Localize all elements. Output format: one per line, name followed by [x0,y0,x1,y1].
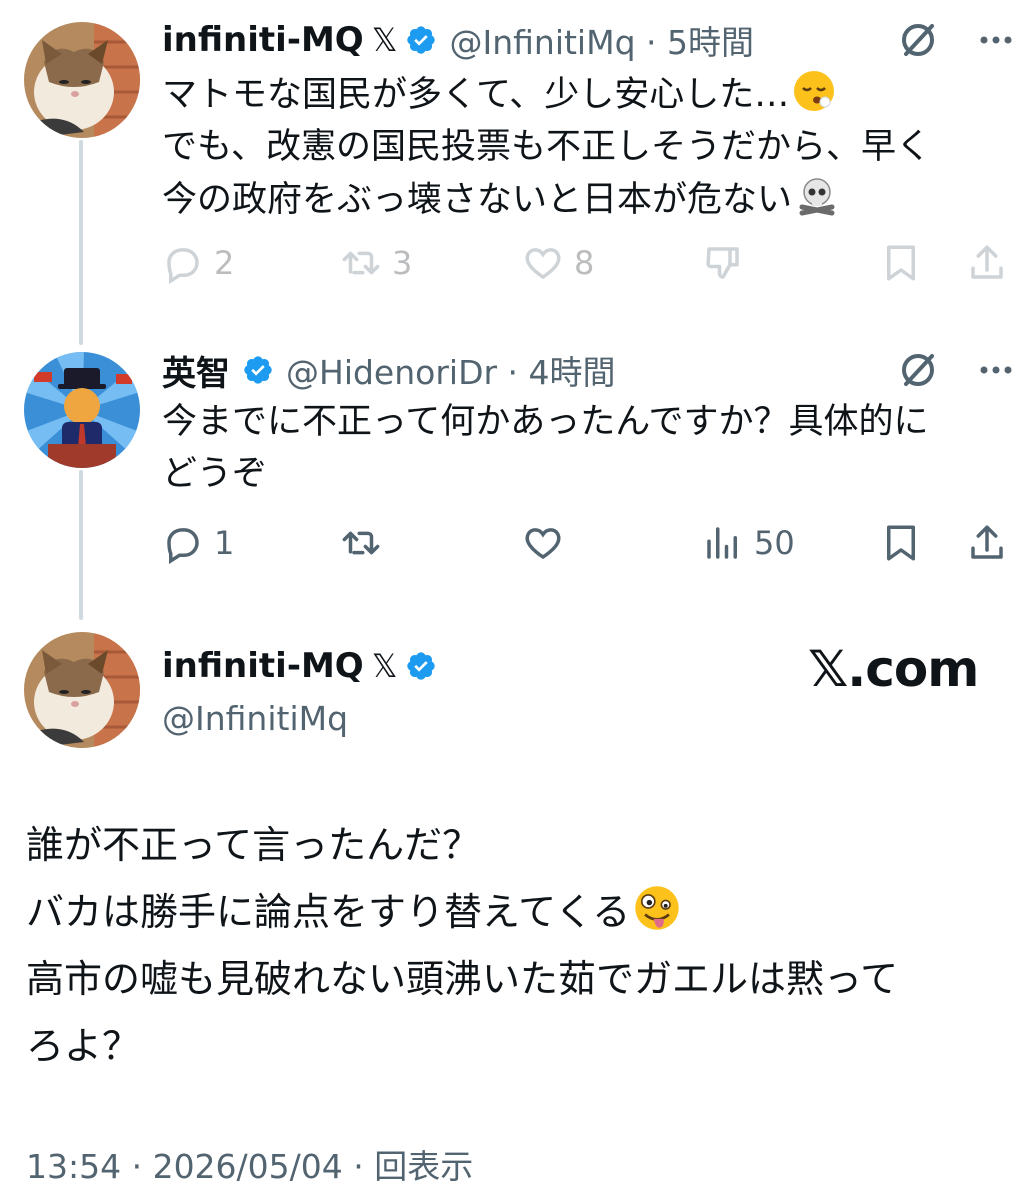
x-logo-icon: 𝕏 [371,21,398,59]
timestamp[interactable]: 5時間 [667,23,754,62]
heart-icon [525,248,561,280]
tweet-text-line: 高市の嘘も見破れない頭沸いた茹でガエルは黙って [26,957,899,1001]
x-com-watermark: 𝕏.com [808,640,979,698]
display-name[interactable]: 英智 [162,346,230,395]
reply-icon [167,528,199,564]
handle[interactable]: @InfinitiMq [162,699,348,738]
views-button[interactable]: 50 [702,518,795,568]
repost-button[interactable]: 3 [340,238,412,288]
more-options-icon[interactable] [974,18,1018,62]
tweet3-handle-row: @InfinitiMq [162,696,348,740]
dislike-button[interactable] [702,238,744,288]
reply-button[interactable]: 1 [162,518,234,568]
like-button[interactable] [522,518,564,568]
tweet-text-line: バカは勝手に論点をすり替えてくる [26,879,1011,946]
handle[interactable]: @InfinitiMq [449,23,635,62]
meta-separator: · [497,353,529,392]
thread-line-2 [79,470,83,620]
verified-badge-icon [242,354,274,386]
bookmark-button[interactable] [880,238,922,288]
avatar[interactable] [24,632,140,748]
verified-badge-icon [405,650,437,682]
tweet-text-line: どうぞ [162,454,268,494]
repost-button[interactable] [340,518,382,568]
tweet3-text: 誰が不正って言ったんだ？ バカは勝手に論点をすり替えてくる 高市の嘘も見破れない… [26,812,1011,1080]
like-count: 8 [574,244,595,282]
tweet-text-segment: 今の政府をぶっ壊さないと日本が危ない [162,180,793,220]
post-timestamp[interactable]: 13:54 · 2026/05/04 · [26,1147,374,1186]
like-button[interactable]: 8 [522,238,594,288]
handle[interactable]: @HidenoriDr [286,353,497,392]
x-logo-icon: 𝕏 [371,647,398,685]
more-options-icon[interactable] [974,348,1018,392]
tweet1-actions: 2 3 8 [162,238,1012,288]
tweet1-header: infiniti-MQ 𝕏 @InfinitiMq · 5時間 [162,18,754,62]
grok-icon[interactable] [896,18,940,62]
tweet2-top-icons [896,348,1018,392]
views-count: 50 [754,524,795,562]
share-button[interactable] [966,518,1008,568]
repost-icon [342,531,380,555]
bookmark-icon [887,525,915,561]
bookmark-icon [887,245,915,281]
repost-icon [342,251,380,275]
tweet3-header: infiniti-MQ 𝕏 [162,644,437,688]
tweet3-footer: 13:54 · 2026/05/04 · 回表示 [26,1140,473,1188]
reply-count: 2 [214,244,235,282]
thread-line-1 [79,140,83,345]
tweet2-text: 今までに不正って何かあったんですか？具体的に どうぞ [162,396,1002,500]
meta-separator: · [635,23,667,62]
reply-button[interactable]: 2 [162,238,234,288]
display-name[interactable]: infiniti-MQ [162,646,364,686]
zany-face-emoji-icon [632,883,682,933]
tweet-text-line: 今までに不正って何かあったんですか？具体的に [162,402,929,442]
repost-count: 3 [392,244,413,282]
avatar[interactable] [24,352,140,468]
tweet-text-line: でも、改憲の国民投票も不正しそうだから、早く [162,127,931,167]
tweet-text-segment: マトモな国民が多くて、少し安心した… [162,75,790,115]
verified-badge-icon [405,24,437,56]
skull-and-crossbones-emoji-icon [794,173,840,219]
tweet-meta: @HidenoriDr · 4時間 [286,346,616,394]
tweet1-top-icons [896,18,1018,62]
tweet2-header: 英智 @HidenoriDr · 4時間 [162,346,616,395]
tweet2-actions: 1 50 [162,518,1012,568]
share-button[interactable] [966,238,1008,288]
share-icon [971,245,1003,279]
reply-count: 1 [214,524,235,562]
tweet-text-line: 誰が不正って言ったんだ？ [26,823,481,867]
views-label: 回表示 [374,1147,474,1186]
relieved-face-emoji-icon [791,68,837,114]
reply-icon [167,248,199,284]
timestamp[interactable]: 4時間 [529,353,616,392]
tweet-text-line: ろよ？ [26,1024,141,1068]
share-icon [971,525,1003,559]
tweet-text-segment: バカは勝手に論点をすり替えてくる [26,890,631,934]
tweet-meta: @InfinitiMq · 5時間 [449,16,754,64]
avatar[interactable] [24,22,140,138]
display-name[interactable]: infiniti-MQ [162,20,364,60]
tweet-text-line: 今の政府をぶっ壊さないと日本が危ない [162,173,1002,226]
views-chart-icon [707,527,737,559]
bookmark-button[interactable] [880,518,922,568]
tweet1-text: マトモな国民が多くて、少し安心した… でも、改憲の国民投票も不正しそうだから、早… [162,68,1002,226]
grok-icon[interactable] [896,348,940,392]
heart-icon [525,528,561,560]
tweet-text-line: マトモな国民が多くて、少し安心した… [162,68,1002,121]
thumbs-down-icon [706,247,739,279]
